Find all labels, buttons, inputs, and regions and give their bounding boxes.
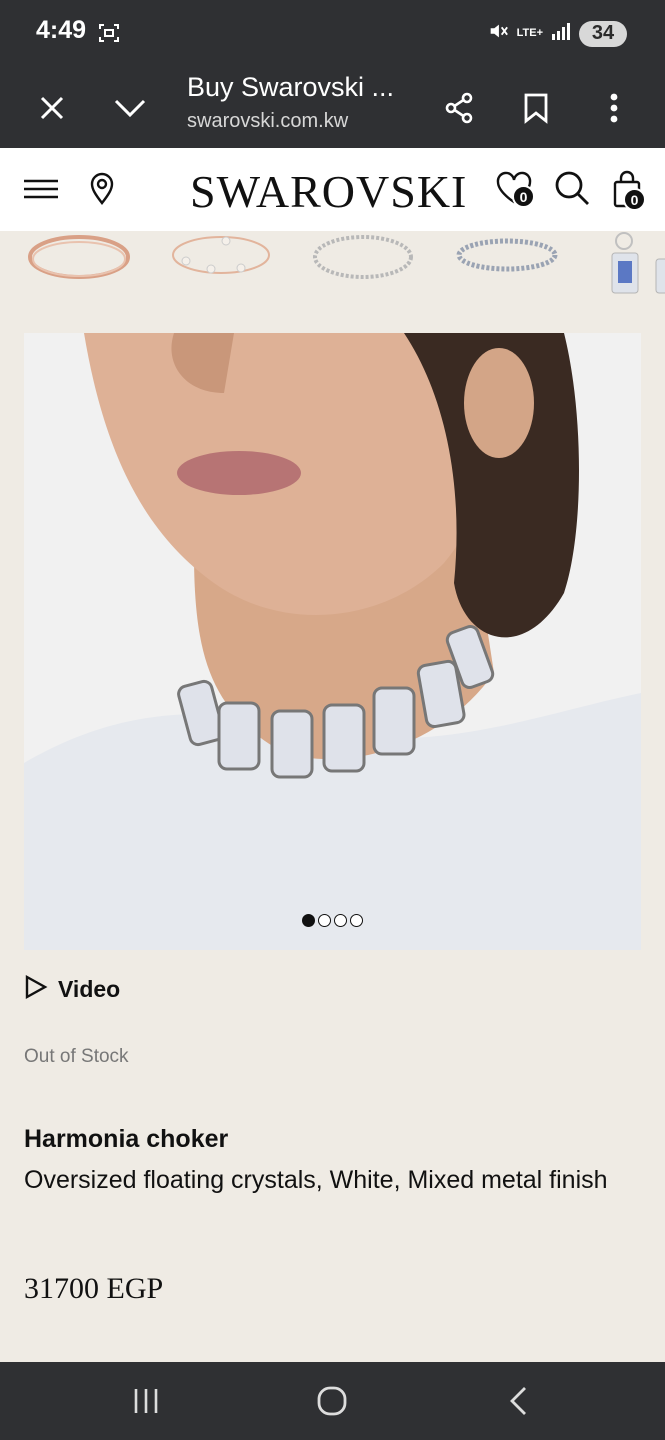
product-price: 31700 EGP [24,1272,164,1305]
menu-icon[interactable] [22,168,64,210]
thumbnail-rose-gold-bangle[interactable] [24,231,134,287]
battery-indicator: 34 [579,20,627,47]
site-header: SWAROVSKI 0 0 [0,148,665,231]
video-button[interactable]: Video [24,974,120,1005]
mute-icon [487,20,509,47]
lte-icon: LTE+ [516,27,543,39]
signal-icon [551,21,571,46]
thumbnail-tennis-bracelet-silver[interactable] [310,231,420,287]
carousel-dot[interactable] [334,914,347,927]
carousel-dot[interactable] [302,914,315,927]
page-url[interactable]: swarovski.com.kw [187,110,348,133]
recent-apps-icon[interactable] [121,1380,171,1422]
share-icon[interactable] [439,88,479,128]
carousel-dot[interactable] [318,914,331,927]
carousel-indicator [24,914,641,927]
status-time: 4:49 [36,16,87,44]
product-name: Harmonia choker [24,1125,229,1153]
wishlist-count-badge: 0 [512,185,535,208]
location-pin-icon[interactable] [85,168,127,210]
site-logo[interactable]: SWAROVSKI [190,165,467,218]
product-hero-image[interactable] [24,333,641,950]
stock-status: Out of Stock [24,1046,129,1067]
bookmark-icon[interactable] [516,88,556,128]
browser-toolbar: Buy Swarovski ... swarovski.com.kw [0,68,665,148]
product-description: Oversized floating crystals, White, Mixe… [24,1166,608,1194]
home-icon[interactable] [307,1380,357,1422]
chevron-down-icon[interactable] [110,88,150,128]
thumbnail-tennis-bracelet-blue[interactable] [454,231,564,287]
model-with-choker-image [24,333,641,950]
system-navigation-bar [0,1362,665,1440]
status-icons: LTE+ 34 [487,20,627,47]
video-label: Video [58,976,121,1002]
carousel-dot[interactable] [350,914,363,927]
thumbnail-pearl-bracelet[interactable] [166,231,276,287]
play-icon [24,974,48,1005]
more-options-icon[interactable] [594,88,634,128]
product-thumbnail-strip[interactable] [0,231,665,303]
back-icon[interactable] [493,1380,543,1422]
close-icon[interactable] [32,88,72,128]
thumbnail-blue-crystal-drop-earring[interactable] [602,231,665,294]
search-icon[interactable] [552,168,594,210]
screenshot-icon [97,21,121,50]
status-bar: 4:49 LTE+ 34 [0,0,665,68]
cart-icon[interactable]: 0 [609,168,651,211]
page-title[interactable]: Buy Swarovski ... [187,72,394,103]
wishlist-icon[interactable]: 0 [494,168,536,210]
cart-count-badge: 0 [623,188,646,211]
